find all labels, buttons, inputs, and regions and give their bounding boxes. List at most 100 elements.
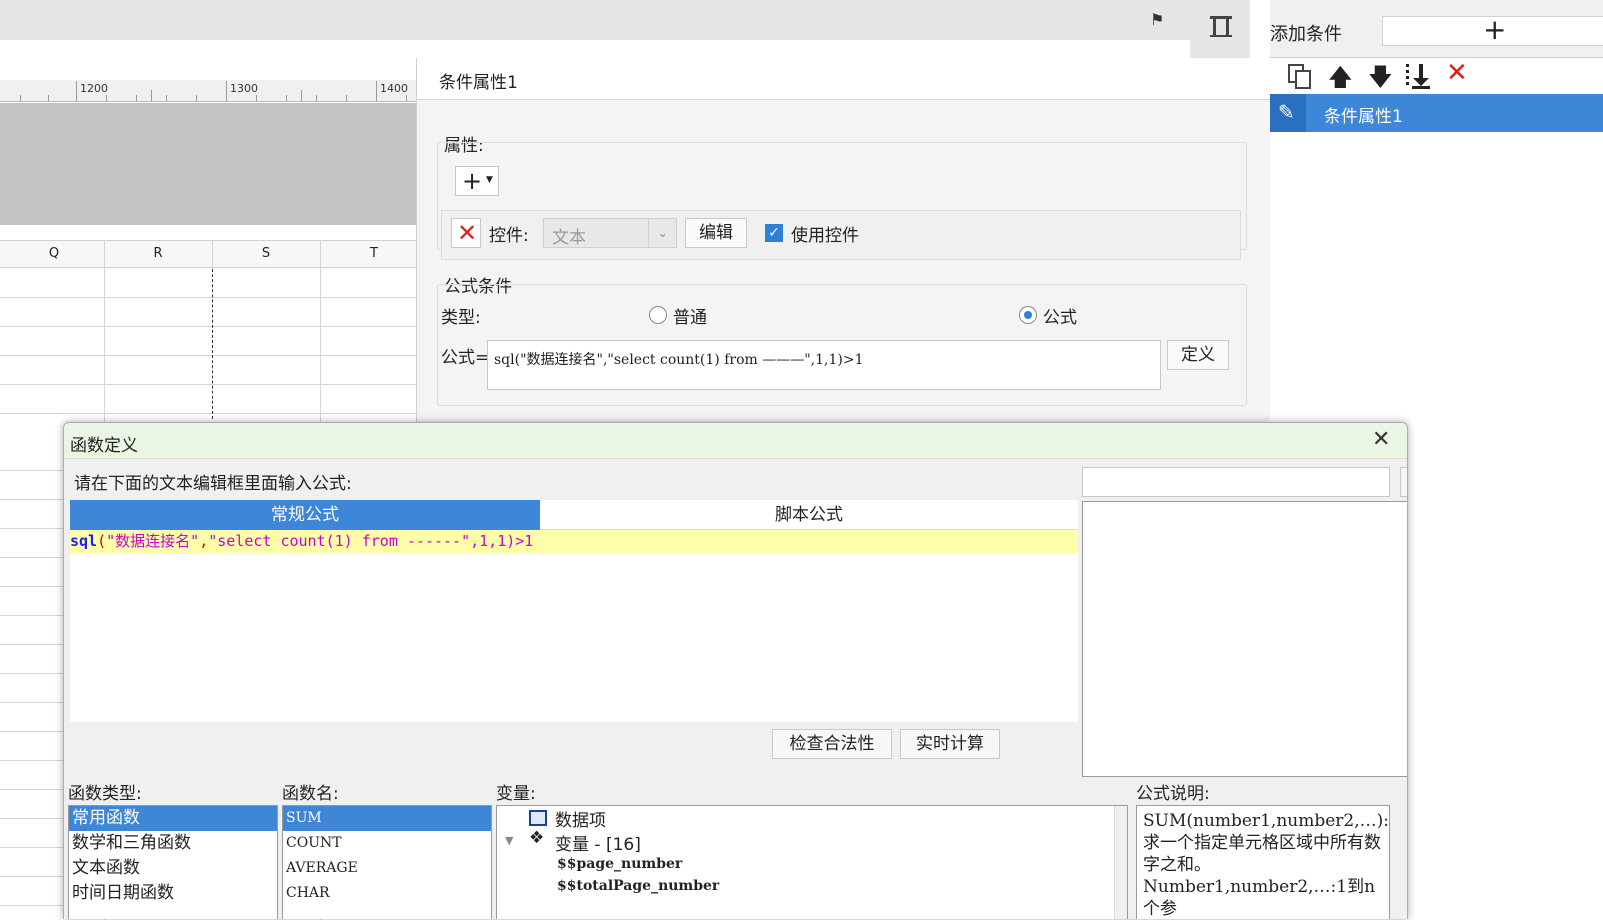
grid-line: [0, 789, 64, 790]
tree-node-variables[interactable]: 变量 - [16]: [555, 830, 641, 855]
close-icon: ✕: [457, 219, 478, 247]
column-header-q[interactable]: Q: [0, 246, 108, 261]
ruler-tick: [376, 81, 377, 101]
editor-comparison: >1: [515, 532, 534, 550]
search-results-box[interactable]: [1082, 501, 1407, 777]
remove-attribute-button[interactable]: ✕: [451, 218, 481, 248]
column-header-s[interactable]: S: [212, 246, 320, 261]
control-type-select[interactable]: 文本 ⌄: [543, 218, 677, 248]
ruler-tick: [196, 95, 197, 101]
description-label: 公式说明:: [1136, 784, 1210, 804]
layout-toggle-area: [1190, 0, 1250, 58]
function-name-item[interactable]: CHAR: [283, 881, 491, 906]
copy-icon[interactable]: [1286, 62, 1314, 90]
ruler-mark: 1300: [230, 82, 258, 95]
edit-button[interactable]: 编辑: [685, 218, 747, 248]
formula-description-box: SUM(number1,number2,…):求一个指定单元格区域中所有数字之和…: [1136, 805, 1390, 919]
control-type-value: 文本: [552, 228, 586, 248]
variable-label: 变量:: [496, 784, 536, 804]
grid-line: [0, 731, 64, 732]
chevron-down-icon: ▼: [486, 175, 493, 185]
tree-leaf-variable[interactable]: $$page_number: [557, 856, 682, 872]
ruler-tick: [226, 81, 227, 101]
function-name-item[interactable]: AVERAGE: [283, 856, 491, 881]
variable-scrollbar[interactable]: [1114, 806, 1127, 919]
grid-line: [0, 847, 64, 848]
grid-line: [0, 644, 64, 645]
formula-input[interactable]: sql("数据连接名","select count(1) from ———",1…: [487, 340, 1161, 390]
delete-condition-icon[interactable]: ✕: [1446, 58, 1468, 88]
variable-group-icon: ❖: [529, 828, 545, 848]
formula-editor[interactable]: sql("数据连接名","select count(1) from ------…: [70, 530, 1078, 722]
realtime-calc-button[interactable]: 实时计算: [900, 729, 1000, 759]
search-button[interactable]: 搜索: [1400, 467, 1407, 497]
ruler-tick: [106, 95, 107, 101]
define-button[interactable]: 定义: [1167, 340, 1229, 370]
ruler-tick: [286, 95, 287, 101]
ruler-mark: 1200: [80, 82, 108, 95]
radio-formula[interactable]: [1019, 306, 1037, 324]
ruler-tick: [346, 95, 347, 101]
function-definition-dialog: 函数定义 ✕ 请在下面的文本编辑框里面输入公式: 搜索 常规公式 脚本公式 sq…: [63, 422, 1408, 919]
variable-tree[interactable]: 数据项 ▼ ❖ 变量 - [16] $$page_number $$totalP…: [496, 805, 1128, 919]
move-bottom-icon[interactable]: [1404, 62, 1434, 90]
ruler-mark: 1400: [380, 82, 408, 95]
page-break-line: [212, 269, 213, 419]
editor-number-args: ,1,1): [470, 532, 516, 550]
function-type-item[interactable]: 常用函数: [69, 806, 277, 831]
function-type-item[interactable]: 数学和三角函数: [69, 831, 277, 856]
control-label: 控件:: [489, 226, 529, 246]
dialog-title: 函数定义: [70, 436, 138, 456]
add-condition-button[interactable]: +: [1382, 14, 1603, 46]
radio-normal[interactable]: [649, 306, 667, 324]
grid-line: [0, 702, 64, 703]
tree-leaf-variable[interactable]: $$totalPage_number: [557, 878, 719, 894]
horizontal-ruler: 1200 1300 1400: [0, 80, 416, 102]
tab-script-formula[interactable]: 脚本公式: [540, 500, 1078, 530]
grid-line: [0, 760, 64, 761]
ruler-tick: [301, 90, 302, 101]
pointer-flag-icon[interactable]: ⚑: [1150, 10, 1164, 29]
chevron-down-icon: ⌄: [648, 219, 676, 247]
editor-string-arg: "select count(1) from ------": [208, 532, 471, 550]
grid-line: [0, 355, 416, 356]
chevron-down-icon[interactable]: ▼: [505, 834, 513, 847]
formula-description-text: SUM(number1,number2,…):求一个指定单元格区域中所有数字之和…: [1143, 811, 1389, 919]
tab-general-formula[interactable]: 常规公式: [70, 500, 540, 530]
use-control-checkbox[interactable]: ✓: [765, 224, 783, 242]
editor-function-name: sql: [70, 532, 98, 550]
function-type-label: 函数类型:: [68, 784, 142, 804]
close-icon[interactable]: ✕: [1372, 427, 1390, 452]
check-validity-button[interactable]: 检查合法性: [772, 729, 892, 759]
grid-line: [212, 240, 213, 270]
layout-icon[interactable]: [1208, 14, 1234, 38]
editor-current-line: sql("数据连接名","select count(1) from ------…: [70, 530, 1078, 554]
add-condition-label: 添加条件: [1270, 24, 1342, 45]
page-margin-area: [0, 103, 416, 225]
top-toolbar: ⚑: [0, 0, 1190, 40]
column-header-r[interactable]: R: [104, 246, 212, 261]
grid-line: [0, 557, 64, 558]
dialog-title-bar: 函数定义 ✕: [64, 423, 1407, 459]
ruler-tick: [166, 95, 167, 101]
function-type-list[interactable]: 常用函数 数学和三角函数 文本函数 时间日期函数: [68, 805, 278, 919]
grid-line: [0, 384, 416, 385]
tree-node-data-item[interactable]: 数据项: [555, 806, 606, 831]
ruler-tick: [76, 81, 77, 101]
function-name-item[interactable]: COUNT: [283, 831, 491, 856]
function-type-item[interactable]: 文本函数: [69, 856, 277, 881]
add-attribute-button[interactable]: + ▼: [455, 166, 499, 196]
search-input[interactable]: [1082, 467, 1390, 497]
column-header-t[interactable]: T: [320, 246, 428, 261]
function-name-list[interactable]: SUM COUNT AVERAGE CHAR: [282, 805, 492, 919]
grid-line: [0, 326, 416, 327]
editor-string-arg: "数据连接名": [106, 532, 200, 550]
column-header-row: Q R S T: [0, 240, 416, 268]
grid-line: [0, 297, 416, 298]
property-title-text: 条件属性1: [439, 73, 518, 93]
function-name-item[interactable]: SUM: [283, 806, 491, 831]
condition-list-item[interactable]: ✎ 条件属性1: [1270, 94, 1603, 132]
function-type-item[interactable]: 时间日期函数: [69, 881, 277, 906]
ruler-tick: [48, 95, 49, 101]
use-control-label: 使用控件: [791, 226, 859, 246]
